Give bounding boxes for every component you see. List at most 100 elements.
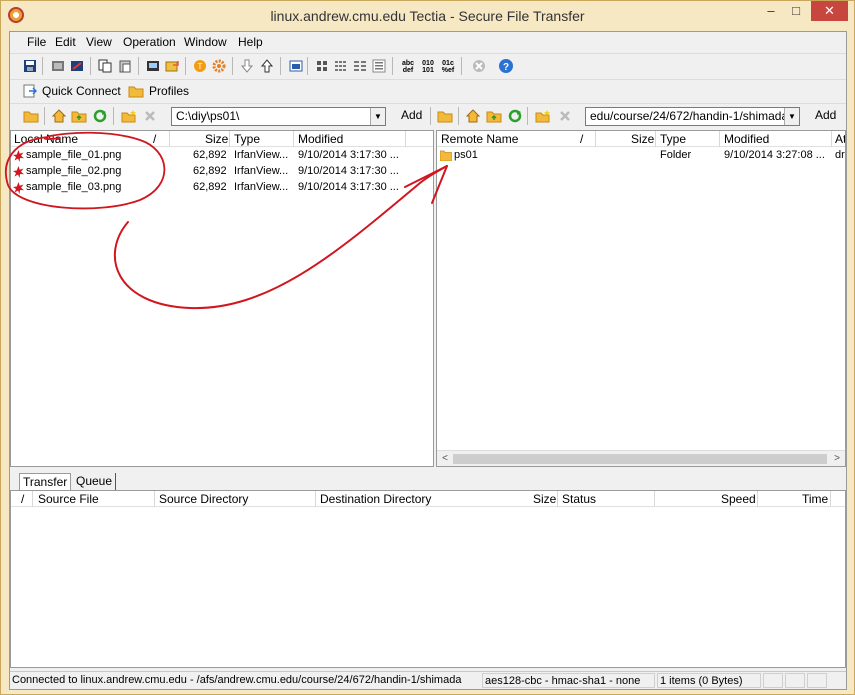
column-divider[interactable] [557,491,558,507]
small-icons-icon[interactable] [332,57,350,75]
column-divider[interactable] [655,131,656,147]
remote-modified-column[interactable]: Modified [724,132,769,146]
stop-icon[interactable] [470,57,488,75]
local-home-icon[interactable] [50,107,68,125]
remote-new-folder-icon[interactable] [534,107,552,125]
menu-window[interactable]: Window [184,35,227,49]
column-divider[interactable] [830,491,831,507]
list-item[interactable]: sample_file_01.png 62,892 IrfanView... 9… [11,148,433,164]
new-window-icon[interactable] [163,57,181,75]
remote-path-dropdown-icon[interactable]: ▼ [784,108,799,125]
list-item[interactable]: sample_file_03.png 62,892 IrfanView... 9… [11,180,433,196]
tab-queue[interactable]: Queue [73,473,117,490]
remote-type-column[interactable]: Type [660,132,686,146]
local-size-column[interactable]: Size [205,132,228,146]
local-modified-column[interactable]: Modified [298,132,343,146]
source-file-column[interactable]: Source File [38,492,99,506]
scroll-left-icon[interactable]: < [437,451,453,466]
ascii-icon[interactable]: abc def [399,57,417,75]
menu-view[interactable]: View [86,35,112,49]
column-divider[interactable] [154,491,155,507]
list-item[interactable]: ps01 Folder 9/10/2014 3:27:08 ... dr [437,148,845,164]
column-divider[interactable] [405,131,406,147]
local-file-modified: 9/10/2014 3:17:30 ... [298,149,399,161]
speed-column[interactable]: Speed [721,492,756,506]
column-divider[interactable] [757,491,758,507]
terminal-icon[interactable] [144,57,162,75]
auto-icon[interactable]: 01c %ef [439,57,457,75]
paste-icon[interactable] [116,57,134,75]
menu-edit[interactable]: Edit [55,35,76,49]
local-up-folder-icon[interactable] [70,107,88,125]
large-icons-icon[interactable] [313,57,331,75]
tab-transfer[interactable]: Transfer [19,473,72,490]
remote-refresh-icon[interactable] [506,107,524,125]
list-icon[interactable] [351,57,369,75]
scrollbar-thumb[interactable] [453,454,827,464]
column-divider[interactable] [315,491,316,507]
remote-horizontal-scrollbar[interactable]: < > [437,450,845,466]
time-column[interactable]: Time [802,492,828,506]
toolbar-separator [138,57,139,75]
new-connection-icon[interactable] [68,57,86,75]
source-directory-column[interactable]: Source Directory [159,492,248,506]
local-add-button[interactable]: Add [401,108,422,122]
disconnect-icon[interactable] [49,57,67,75]
maximize-button[interactable]: □ [785,1,807,21]
details-icon[interactable] [370,57,388,75]
destination-directory-column[interactable]: Destination Directory [320,492,431,506]
download-icon[interactable] [238,57,256,75]
list-item[interactable]: sample_file_02.png 62,892 IrfanView... 9… [11,164,433,180]
remote-attributes-column[interactable]: At [835,132,845,146]
column-divider[interactable] [169,131,170,147]
column-divider[interactable] [719,131,720,147]
column-divider[interactable] [654,491,655,507]
local-name-column[interactable]: Local Name [14,132,78,146]
profiles-button[interactable]: Profiles [128,82,189,100]
save-icon[interactable] [21,57,39,75]
column-divider[interactable] [831,131,832,147]
local-refresh-icon[interactable] [91,107,109,125]
remote-path-input[interactable]: edu/course/24/672/handin-1/shimada [585,107,800,126]
size-column[interactable]: Size [533,492,556,506]
remote-file-pane[interactable]: Remote Name / Size Type Modified At ps01… [436,130,846,467]
quick-connect-button[interactable]: Quick Connect [23,82,121,100]
remote-up-folder-icon[interactable] [485,107,503,125]
local-folder-icon[interactable] [22,107,40,125]
view-icon[interactable] [287,57,305,75]
upload-icon[interactable] [258,57,276,75]
title-bar[interactable]: linux.andrew.cmu.edu Tectia - Secure Fil… [1,1,854,31]
column-divider[interactable] [229,131,230,147]
local-path-dropdown-icon[interactable]: ▼ [370,108,385,125]
binary-icon[interactable]: 010 101 [419,57,437,75]
column-divider[interactable] [293,131,294,147]
close-button[interactable]: ✕ [811,1,848,21]
menu-help[interactable]: Help [238,35,263,49]
gear-icon[interactable] [210,57,228,75]
column-divider[interactable] [32,491,33,507]
remote-home-icon[interactable] [464,107,482,125]
menu-operation[interactable]: Operation [123,35,176,49]
copy-icon[interactable] [96,57,114,75]
remote-delete-icon[interactable] [556,107,574,125]
menu-file[interactable]: File [27,35,46,49]
sort-indicator: / [21,492,25,506]
remote-add-button[interactable]: Add [815,108,836,122]
resize-grip-icon[interactable] [829,673,845,688]
minimize-button[interactable]: – [760,1,782,21]
scroll-right-icon[interactable]: > [829,451,845,466]
transfer-pane[interactable]: / Source File Source Directory Destinati… [10,490,846,668]
remote-size-column[interactable]: Size [631,132,654,146]
remote-name-column[interactable]: Remote Name [441,132,518,146]
local-delete-icon[interactable] [141,107,159,125]
column-divider[interactable] [595,131,596,147]
help-icon[interactable]: ? [497,57,515,75]
local-file-pane[interactable]: Local Name / Size Type Modified sample_f… [10,130,434,467]
status-column[interactable]: Status [562,492,596,506]
local-path-input[interactable]: C:\diy\ps01\ [171,107,386,126]
svg-text:abc: abc [402,60,414,67]
settings-icon[interactable]: T [191,57,209,75]
local-new-folder-icon[interactable] [120,107,138,125]
local-type-column[interactable]: Type [234,132,260,146]
remote-folder-icon[interactable] [436,107,454,125]
